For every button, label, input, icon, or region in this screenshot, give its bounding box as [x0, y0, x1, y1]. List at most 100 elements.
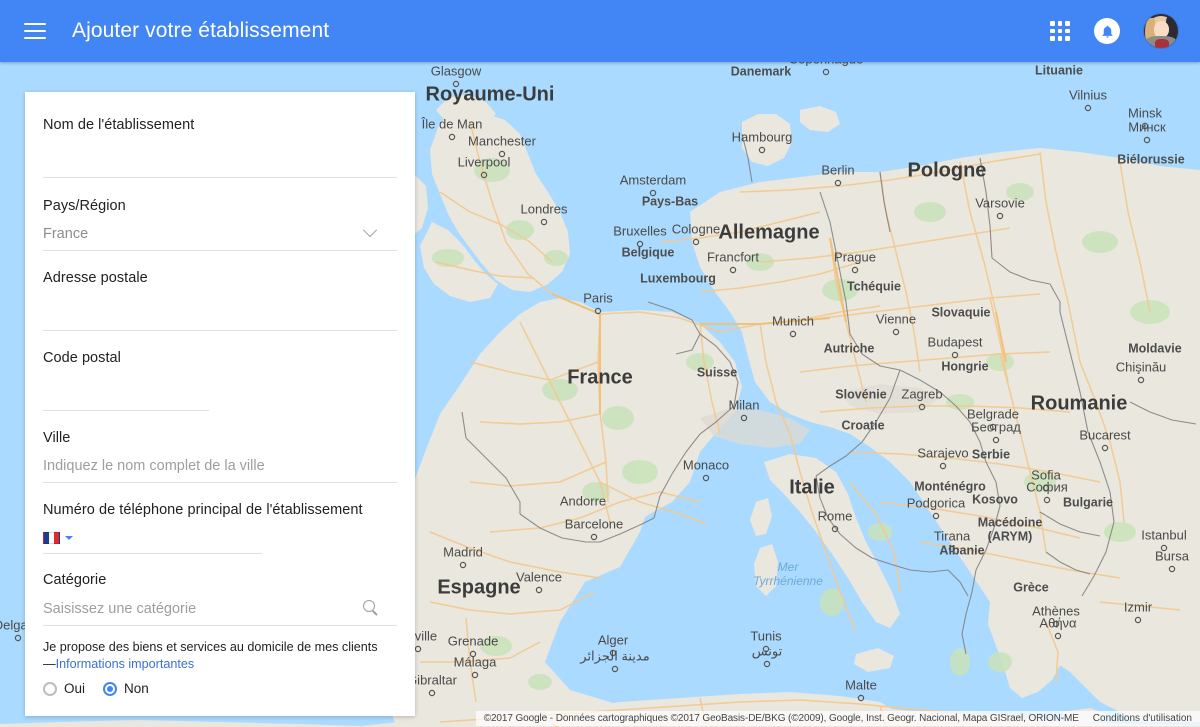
- map-city-label: Milan: [728, 397, 759, 412]
- map-city-marker: [1143, 136, 1151, 144]
- map-city-label: Alger: [598, 632, 629, 647]
- map-country-label: Allemagne: [718, 221, 819, 243]
- map-city-marker: [740, 414, 748, 422]
- radio-option-non[interactable]: Non: [103, 681, 149, 696]
- chevron-down-icon[interactable]: [361, 222, 379, 244]
- map-city-label: Sarajevo: [917, 445, 968, 460]
- header-actions: [1050, 14, 1178, 48]
- map-city-label: Amsterdam: [620, 172, 686, 187]
- map-city-label: Liverpool: [458, 154, 511, 169]
- important-info-link[interactable]: Informations importantes: [56, 657, 195, 671]
- map-city-marker: [590, 533, 598, 541]
- user-avatar[interactable]: [1144, 14, 1178, 48]
- map-city-marker: [857, 694, 865, 702]
- street-address-input[interactable]: [43, 301, 397, 325]
- map-city-label: Île de Man: [421, 116, 483, 131]
- map-country-label: Luxembourg: [640, 271, 716, 285]
- map-country-label: (ARYM): [988, 529, 1033, 543]
- map-city-marker: [1101, 444, 1109, 452]
- consent-block: Je propose des biens et services au domi…: [25, 626, 415, 696]
- map-city-marker: [459, 561, 467, 569]
- map-country-label: Roumanie: [1031, 392, 1128, 414]
- business-name-input[interactable]: [43, 148, 397, 172]
- map-country-label: Danemark: [731, 64, 791, 78]
- map-city-label: Rome: [818, 508, 853, 523]
- map-city-label: Minsk: [1128, 105, 1162, 120]
- map-city-marker: [14, 634, 22, 642]
- map-city-label: София: [1026, 479, 1068, 494]
- map-city-marker: [1084, 104, 1092, 112]
- map-city-label: Valence: [516, 569, 562, 584]
- map-city-marker: [992, 436, 1000, 444]
- map-city-label: Berlin: [821, 162, 854, 177]
- app-root: .land{fill:#e9e7de;} .greenp{fill:#c9e3b…: [0, 0, 1200, 727]
- map-city-marker: [535, 586, 543, 594]
- country-value[interactable]: France: [43, 222, 397, 246]
- map-city-label: Tunis: [750, 628, 782, 643]
- map-city-label: Malte: [845, 677, 877, 692]
- app-header: Ajouter votre établissement: [0, 0, 1200, 62]
- map-city-marker: [996, 212, 1004, 220]
- map-city-label: Francfort: [707, 249, 759, 264]
- radio-dot-non: [103, 681, 118, 696]
- caret-down-icon[interactable]: [65, 536, 73, 540]
- map-country-label: Autriche: [824, 341, 875, 355]
- map-country-label: Hongrie: [941, 359, 988, 373]
- map-country-label: Pologne: [908, 159, 987, 181]
- map-city-label: Copenhague: [789, 62, 863, 66]
- map-city-label: Bursa: [1155, 548, 1190, 563]
- map-country-label: Albanie: [939, 543, 984, 557]
- radio-option-oui[interactable]: Oui: [43, 681, 85, 696]
- map-city-marker: [729, 266, 737, 274]
- map-country-label: Monténégro: [914, 479, 986, 493]
- map-city-label: Istanbul: [1141, 527, 1187, 542]
- map-city-label: Monaco: [683, 457, 729, 472]
- map-city-label: Hambourg: [732, 129, 793, 144]
- map-city-marker: [789, 330, 797, 338]
- city-input[interactable]: [43, 454, 397, 478]
- map-city-marker: [932, 512, 940, 520]
- field-postal-code: Code postal: [25, 331, 415, 411]
- map-country-label: Royaume-Uni: [426, 83, 555, 105]
- map-country-label: Andorre: [560, 493, 606, 508]
- consent-radio-group: Oui Non: [25, 681, 415, 696]
- country-label: Pays/Région: [43, 198, 126, 214]
- map-country-label: Italie: [789, 476, 835, 498]
- map-country-label: Macédoine: [978, 515, 1043, 529]
- map-city-marker: [471, 671, 479, 679]
- map-country-label: Slovaquie: [931, 305, 990, 319]
- map-city-label: Grenade: [448, 633, 499, 648]
- apps-grid-icon[interactable]: [1050, 21, 1070, 41]
- map-water-label: Tyrrhénienne: [753, 574, 823, 588]
- radio-label-oui: Oui: [64, 681, 86, 696]
- map-country-label: Bulgarie: [1063, 495, 1113, 509]
- map-city-label: Barcelone: [565, 516, 624, 531]
- map-country-label: Moldavie: [1128, 341, 1182, 355]
- postal-code-input[interactable]: [43, 381, 209, 405]
- map-city-label: Madrid: [443, 544, 483, 559]
- map-city-marker: [951, 351, 959, 359]
- field-business-name: Nom de l'établissement: [25, 92, 415, 178]
- map-country-label: Biélorussie: [1117, 152, 1184, 166]
- phone-label: Numéro de téléphone principal de l'établ…: [43, 502, 363, 518]
- category-input[interactable]: [43, 597, 397, 621]
- map-city-marker: [692, 238, 700, 246]
- map-country-label: Belgique: [622, 245, 675, 259]
- map-city-marker: [611, 665, 619, 673]
- map-country-label: Suisse: [697, 365, 737, 379]
- france-flag-icon[interactable]: [43, 532, 60, 544]
- bell-glyph: [1102, 25, 1112, 38]
- map-country-label: Serbie: [972, 447, 1010, 461]
- business-name-label: Nom de l'établissement: [43, 117, 195, 133]
- search-icon[interactable]: [359, 595, 379, 617]
- bell-icon[interactable]: [1094, 18, 1120, 44]
- map-city-label: Минск: [1128, 119, 1166, 134]
- map-water-label: Mer: [778, 560, 800, 574]
- hamburger-menu-icon[interactable]: [24, 23, 46, 39]
- add-business-form-card: Nom de l'établissement Pays/Région Franc…: [25, 92, 415, 716]
- phone-input[interactable]: [81, 526, 397, 550]
- map-country-label: France: [567, 366, 633, 388]
- map-country-label: Tchéquie: [847, 279, 901, 293]
- map-country-label: Lituanie: [1035, 63, 1083, 77]
- map-city-label: Munich: [772, 313, 814, 328]
